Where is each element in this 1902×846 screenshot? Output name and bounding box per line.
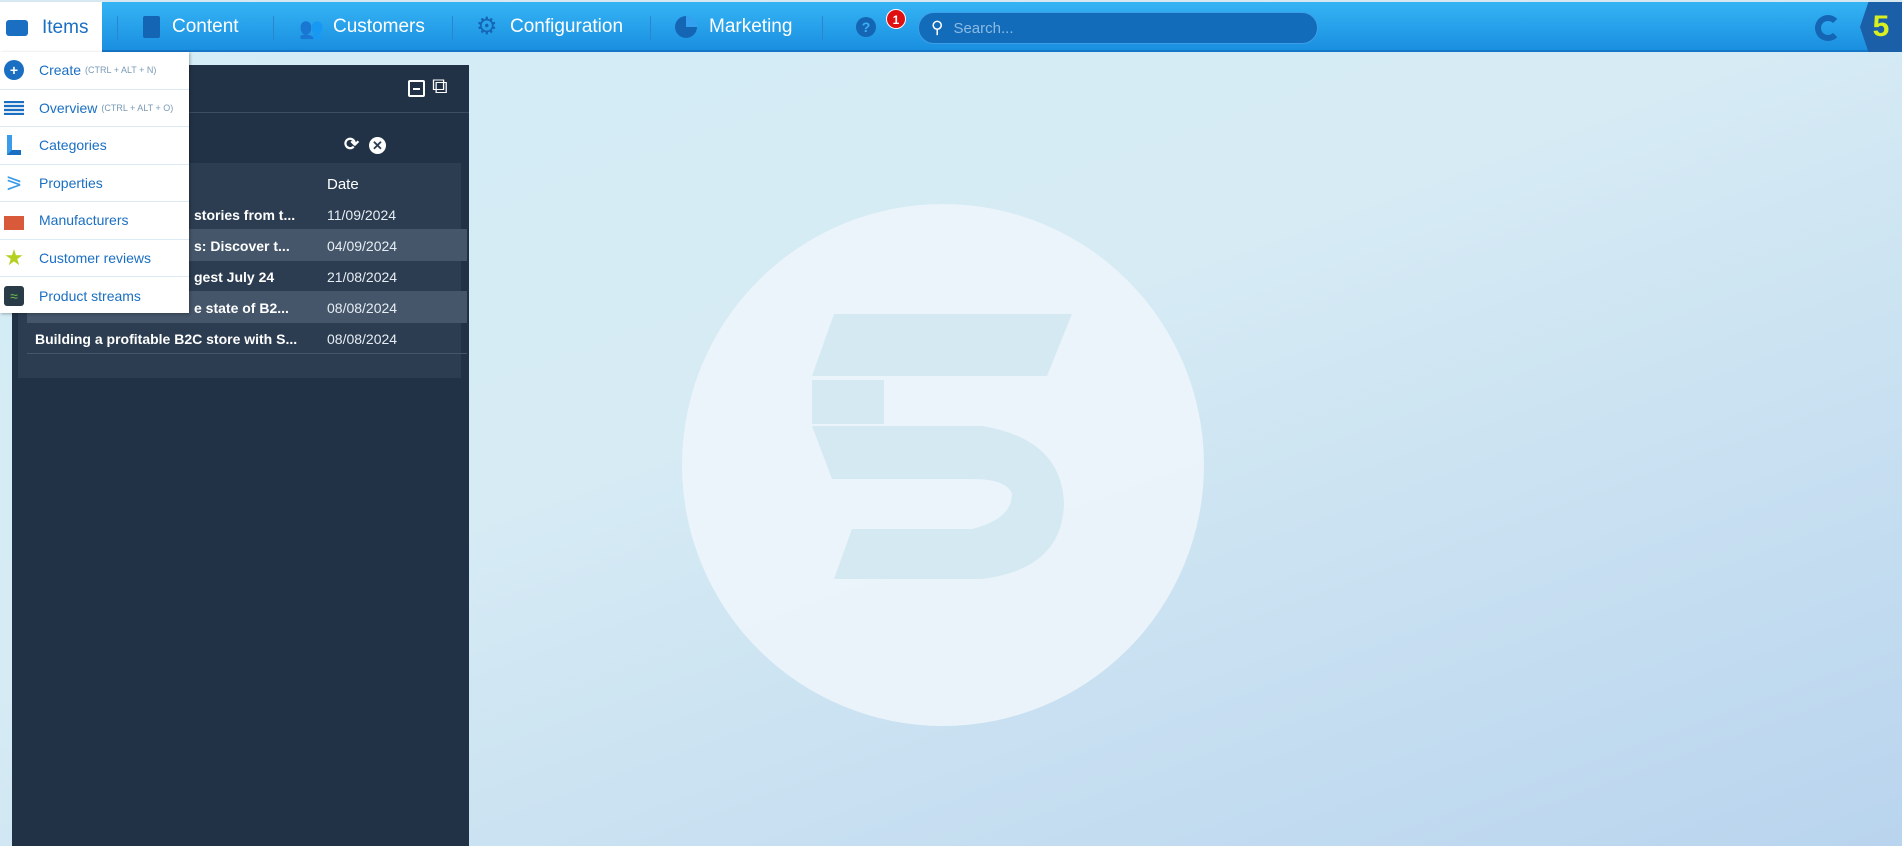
nav-items-tab[interactable]: Items <box>0 2 102 54</box>
minimize-icon[interactable] <box>408 80 425 97</box>
streams-icon: ≈ <box>3 285 25 306</box>
document-icon <box>143 16 160 38</box>
menu-label: Properties <box>39 174 103 191</box>
nav-content-tab[interactable]: Content <box>143 2 239 52</box>
nav-configuration-label: Configuration <box>510 16 624 37</box>
help-icon[interactable]: ? <box>856 17 876 37</box>
menu-item-categories[interactable]: Categories <box>0 127 189 165</box>
factory-icon <box>3 210 25 231</box>
plus-circle-icon: + <box>3 60 25 81</box>
menu-label: Categories <box>39 137 107 154</box>
notification-badge[interactable]: 1 <box>886 9 906 29</box>
news-title[interactable]: stories from t... <box>194 207 295 223</box>
nav-content-label: Content <box>172 16 239 37</box>
menu-item-manufacturers[interactable]: Manufacturers <box>0 202 189 240</box>
search-placeholder: Search... <box>953 19 1014 37</box>
date-column-header[interactable]: Date <box>327 176 359 193</box>
top-navigation-bar: Items Content 👥 Customers ⚙ Configuration … <box>0 0 1902 54</box>
items-dropdown-menu: + Create (CTRL + ALT + N) Overview (CTRL + … <box>0 52 189 313</box>
nav-customers-tab[interactable]: 👥 Customers <box>299 2 425 52</box>
menu-shortcut: (CTRL + ALT + N) <box>85 65 157 76</box>
menu-item-properties[interactable]: ⪖ Properties <box>0 165 189 202</box>
menu-label: Product streams <box>39 287 141 304</box>
nav-marketing-tab[interactable]: Marketing <box>675 2 792 52</box>
shopware-logo-icon[interactable]: 5 <box>1860 2 1902 52</box>
nav-items-label: Items <box>42 17 89 38</box>
star-icon: ★ <box>4 244 24 270</box>
gear-icon: ⚙ <box>476 13 498 40</box>
menu-label: Overview <box>39 99 98 116</box>
news-date: 21/08/2024 <box>327 269 398 285</box>
menu-label: Manufacturers <box>39 212 129 229</box>
search-input[interactable]: ⚲ Search... <box>918 12 1318 44</box>
menu-item-customer-reviews[interactable]: ★ Customer reviews <box>0 240 189 277</box>
news-row[interactable]: Building a profitable B2C store with S..… <box>27 323 467 354</box>
nav-configuration-tab[interactable]: ⚙ Configuration <box>476 2 623 52</box>
news-title[interactable]: Building a profitable B2C store with S..… <box>35 331 297 347</box>
menu-item-overview[interactable]: Overview (CTRL + ALT + O) <box>0 90 189 127</box>
menu-item-create[interactable]: + Create (CTRL + ALT + N) <box>0 52 189 90</box>
inbox-icon <box>6 20 28 36</box>
news-title[interactable]: gest July 24 <box>194 269 274 285</box>
search-icon: ⚲ <box>931 18 944 37</box>
nav-customers-label: Customers <box>333 16 425 37</box>
popout-icon[interactable]: ⧉ <box>432 73 448 99</box>
share-icon: ⪖ <box>5 172 23 195</box>
news-date: 08/08/2024 <box>327 331 398 347</box>
menu-shortcut: (CTRL + ALT + O) <box>101 102 174 113</box>
news-date: 08/08/2024 <box>327 300 398 316</box>
close-icon[interactable]: ✕ <box>369 137 386 154</box>
menu-item-product-streams[interactable]: ≈ Product streams <box>0 277 189 315</box>
users-icon: 👥 <box>299 18 324 40</box>
menu-label: Create <box>39 62 82 79</box>
shopware-watermark-logo <box>682 204 1204 726</box>
news-title[interactable]: e state of B2... <box>194 300 289 316</box>
list-icon <box>3 100 25 115</box>
pie-chart-icon <box>675 16 697 38</box>
news-date: 11/09/2024 <box>327 207 397 223</box>
shopware-account-icon[interactable] <box>1815 15 1841 41</box>
nav-marketing-label: Marketing <box>709 16 793 37</box>
refresh-icon[interactable]: ⟳ <box>344 134 359 155</box>
news-title[interactable]: s: Discover t... <box>194 238 290 254</box>
menu-label: Customer reviews <box>39 249 152 266</box>
tree-icon <box>3 135 25 156</box>
news-date: 04/09/2024 <box>327 238 398 254</box>
